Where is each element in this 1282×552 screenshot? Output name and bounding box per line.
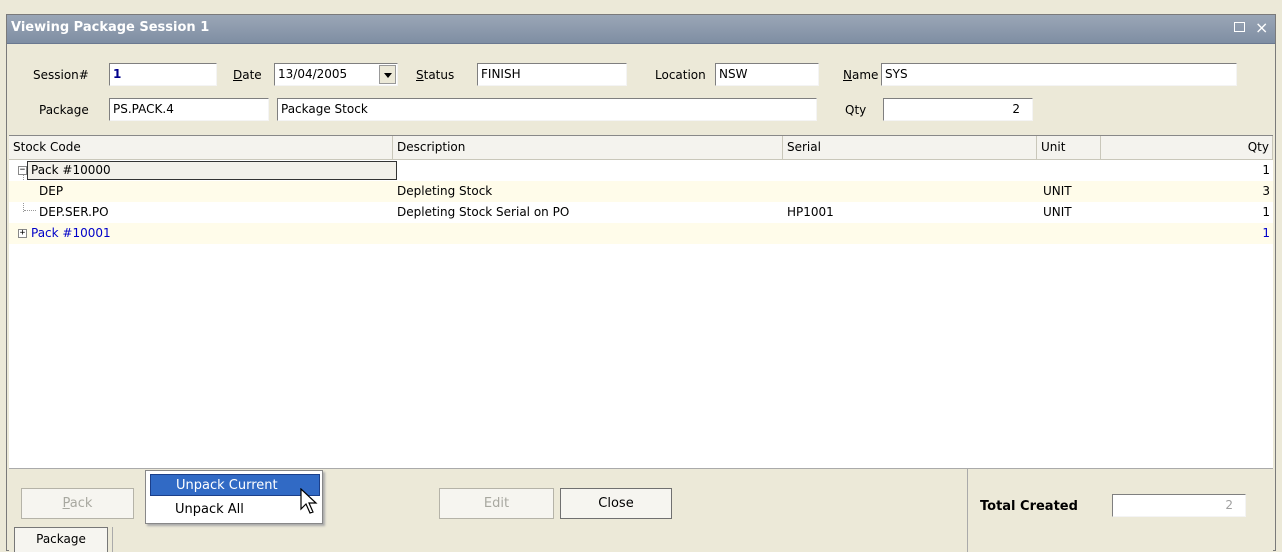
stock-code-cell: DEP.SER.PO (39, 205, 109, 219)
qty-cell: 3 (1262, 184, 1270, 198)
pack-button[interactable]: Pack (21, 488, 134, 519)
menu-item-unpack-current[interactable]: Unpack Current (150, 474, 320, 496)
session-field[interactable]: 1 (109, 63, 217, 86)
location-field[interactable]: NSW (715, 63, 819, 86)
column-header-stock-code[interactable]: Stock Code (9, 136, 393, 160)
table-row[interactable]: DEP.SER.PO Depleting Stock Serial on PO … (9, 202, 1273, 223)
tab-package[interactable]: Package (14, 527, 108, 552)
menu-item-unpack-all[interactable]: Unpack All (150, 499, 320, 521)
status-label: Status (416, 68, 455, 82)
table-row[interactable]: DEP Depleting Stock UNIT 3 (9, 181, 1273, 202)
totals-panel: Total Created 2 (967, 469, 1274, 552)
table-row[interactable]: + Pack #10001 1 (9, 223, 1273, 244)
total-created-field: 2 (1112, 494, 1246, 517)
description-cell: Depleting Stock Serial on PO (397, 205, 570, 219)
location-label: Location (655, 68, 706, 82)
qty-field[interactable]: 2 (883, 98, 1033, 121)
unit-cell: UNIT (1043, 184, 1072, 198)
total-created-label: Total Created (980, 499, 1078, 514)
column-header-description[interactable]: Description (393, 136, 783, 160)
unpack-context-menu: Unpack Current Unpack All (145, 470, 323, 524)
session-label: Session# (33, 68, 89, 82)
qty-label: Qty (845, 103, 867, 117)
qty-cell: 1 (1262, 205, 1270, 219)
title-bar: Viewing Package Session 1 × (7, 15, 1275, 44)
stock-code-cell: Pack #10001 (31, 226, 111, 240)
qty-cell: 1 (1262, 226, 1270, 240)
stock-code-cell: Pack #10000 (31, 163, 111, 177)
serial-cell: HP1001 (787, 205, 834, 219)
column-header-unit[interactable]: Unit (1037, 136, 1101, 160)
chevron-down-icon[interactable] (379, 65, 396, 84)
window-title: Viewing Package Session 1 (11, 20, 210, 35)
table-row[interactable]: − Pack #10000 1 (9, 160, 1273, 181)
collapse-icon[interactable]: − (18, 166, 27, 175)
mouse-cursor-icon (300, 488, 318, 514)
column-header-qty[interactable]: Qty (1101, 136, 1273, 160)
description-cell: Depleting Stock (397, 184, 493, 198)
close-button[interactable]: Close (560, 488, 672, 519)
status-field[interactable]: FINISH (477, 63, 627, 86)
package-description-field[interactable]: Package Stock (277, 98, 817, 121)
name-label: Name (843, 68, 879, 82)
date-label: Date (233, 68, 262, 82)
edit-button[interactable]: Edit (439, 488, 554, 519)
qty-cell: 1 (1262, 163, 1270, 177)
maximize-icon[interactable] (1234, 19, 1245, 37)
tab-divider (112, 527, 113, 552)
package-code-field[interactable]: PS.PACK.4 (109, 98, 269, 121)
column-header-serial[interactable]: Serial (783, 136, 1037, 160)
stock-grid: Stock Code Description Serial Unit Qty −… (9, 135, 1273, 469)
package-label: Package (39, 103, 89, 117)
close-icon[interactable]: × (1255, 19, 1268, 37)
date-dropdown[interactable]: 13/04/2005 (274, 63, 398, 86)
unit-cell: UNIT (1043, 205, 1072, 219)
expand-icon[interactable]: + (18, 229, 27, 238)
name-field[interactable]: SYS (881, 63, 1237, 86)
stock-code-cell: DEP (39, 184, 64, 198)
